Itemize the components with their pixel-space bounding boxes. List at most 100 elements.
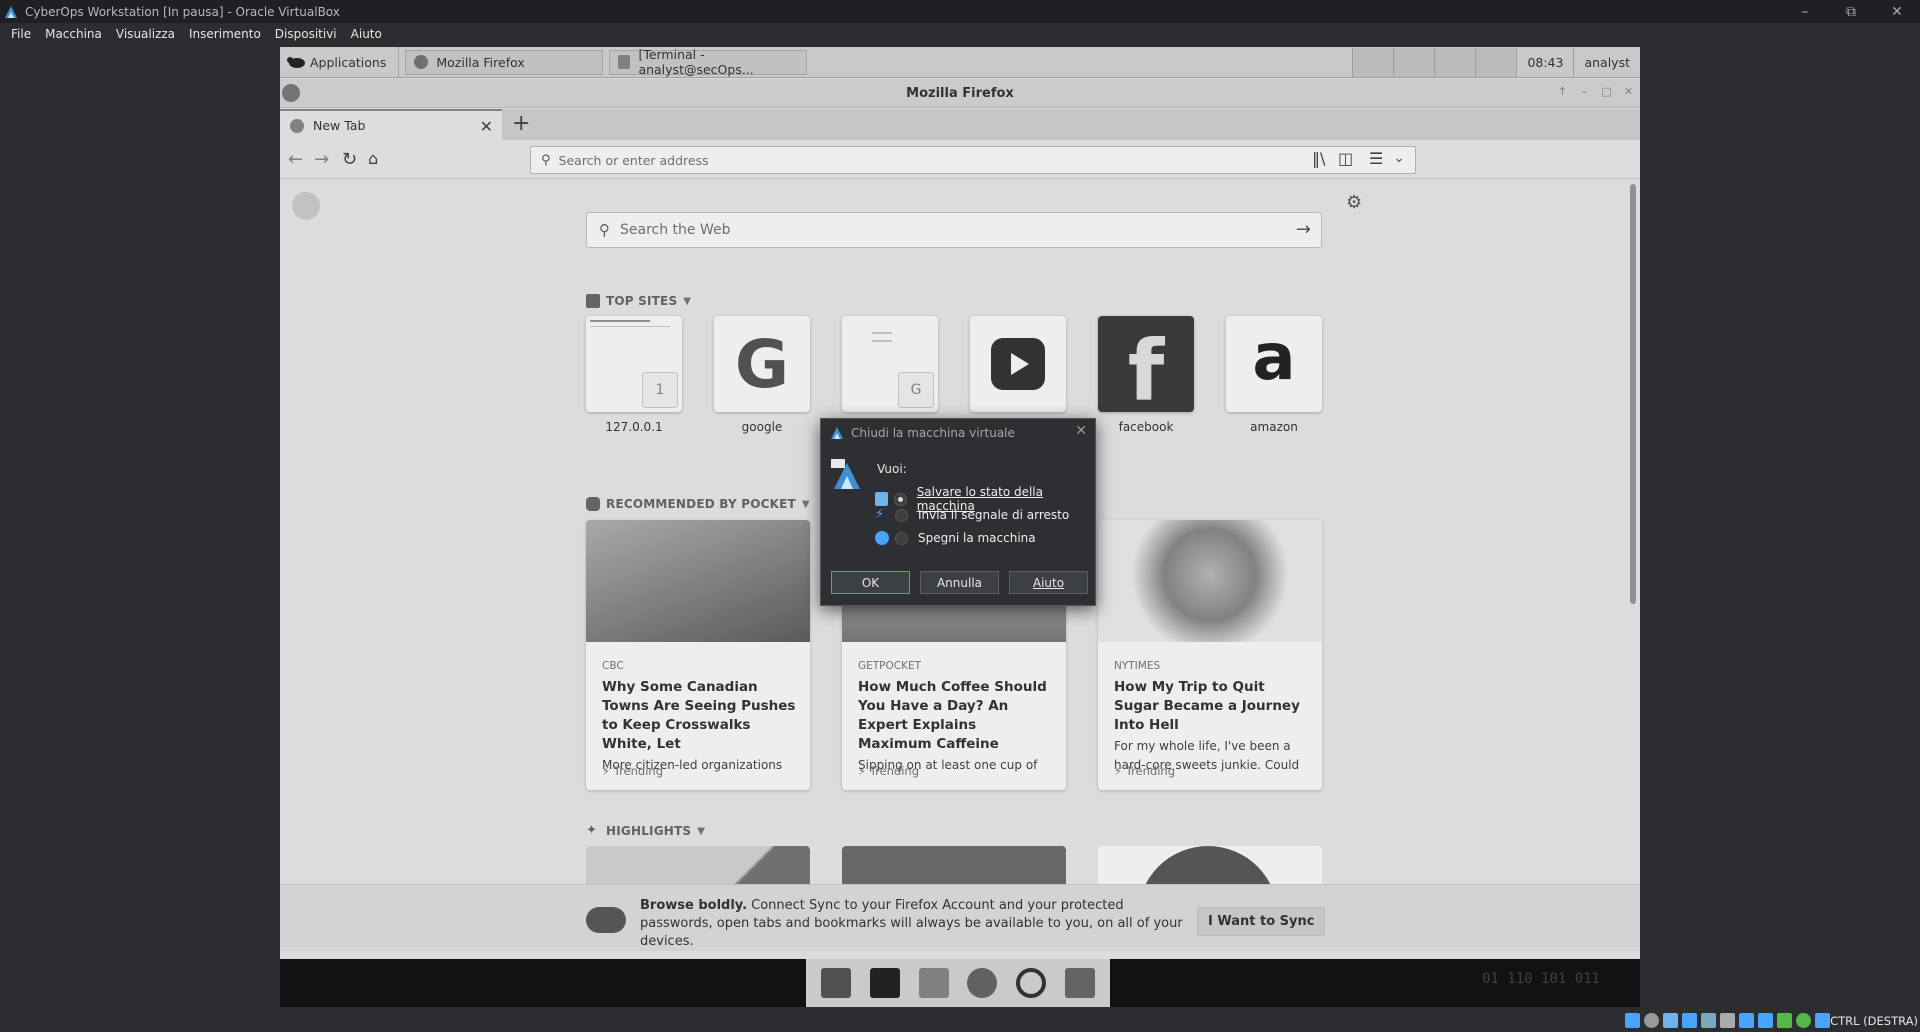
ok-button[interactable]: OK: [831, 571, 910, 594]
taskbar-firefox[interactable]: Mozilla Firefox: [405, 49, 604, 75]
pocket-header[interactable]: RECOMMENDED BY POCKET ▼: [586, 497, 810, 511]
facebook-logo-icon: f: [1127, 322, 1165, 412]
window-up-icon[interactable]: ↑: [1553, 83, 1572, 100]
keyboard-capture-icon[interactable]: [1815, 1013, 1830, 1028]
taskbar-terminal[interactable]: [Terminal - analyst@secOps...: [609, 47, 808, 77]
menu-file[interactable]: File: [4, 27, 38, 41]
shared-folders-icon[interactable]: [1720, 1013, 1735, 1028]
restore-icon[interactable]: ⧉: [1828, 0, 1874, 23]
top-site-tile[interactable]: G: [842, 316, 938, 434]
terminal-icon[interactable]: [869, 968, 900, 998]
web-search-box[interactable]: ⚲ →: [586, 212, 1322, 248]
host-titlebar: CyberOps Workstation [In pausa] - Oracle…: [0, 0, 1920, 23]
firefox-icon: [414, 55, 429, 69]
sync-button[interactable]: I Want to Sync: [1197, 907, 1326, 936]
home-icon[interactable]: ⌂: [368, 149, 378, 168]
xfce-panel: Applications Mozilla Firefox [Terminal -…: [280, 47, 1640, 78]
reload-icon[interactable]: ↻: [342, 149, 357, 170]
arrow-right-icon[interactable]: →: [1296, 219, 1311, 240]
firefox-window-titlebar[interactable]: Mozilla Firefox ↑ – □ ✕: [280, 79, 1640, 108]
video-capture-icon[interactable]: [1758, 1013, 1773, 1028]
workspace-1[interactable]: [1393, 48, 1435, 77]
search-icon[interactable]: [1015, 968, 1046, 998]
close-tab-icon[interactable]: ✕: [480, 117, 493, 136]
card-title: How My Trip to Quit Sugar Became a Journ…: [1114, 679, 1300, 733]
firefox-window-title: Mozilla Firefox: [906, 86, 1014, 101]
radio-save-state[interactable]: [894, 492, 907, 506]
google-logo-icon: G: [734, 325, 790, 403]
clock[interactable]: 08:43: [1516, 48, 1574, 77]
hard-disk-icon[interactable]: [1625, 1013, 1640, 1028]
radio-power-off[interactable]: [895, 531, 908, 545]
top-site-tile[interactable]: 1 127.0.0.1: [586, 316, 682, 434]
top-sites-header[interactable]: TOP SITES ▼: [586, 294, 691, 308]
chevron-down-icon[interactable]: ⌄: [1393, 150, 1405, 166]
sidebar-icon[interactable]: ◫: [1338, 149, 1353, 168]
help-button[interactable]: Aiuto: [1009, 571, 1088, 594]
virtualbox-logo-icon: [831, 427, 843, 439]
file-manager-icon[interactable]: [918, 968, 949, 998]
cpu-icon[interactable]: [1777, 1013, 1792, 1028]
close-icon[interactable]: ✕: [1075, 423, 1087, 439]
usb-icon[interactable]: [1701, 1013, 1716, 1028]
navigation-bar: ← → ↻ ⌂ ⚲ ⌄ ‖\ ◫ ☰: [280, 140, 1640, 179]
user-menu[interactable]: analyst: [1573, 48, 1640, 77]
gear-icon[interactable]: ⚙: [1346, 192, 1362, 213]
tray-firefox-icon[interactable]: [1352, 48, 1394, 77]
card-source: NYTIMES: [1114, 660, 1161, 672]
window-minimize-icon[interactable]: –: [1575, 83, 1594, 100]
workspace-2[interactable]: [1434, 48, 1476, 77]
highlight-card[interactable]: [586, 846, 810, 886]
lightning-icon: ⚡: [858, 764, 867, 778]
pocket-card[interactable]: NYTIMES How My Trip to Quit Sugar Became…: [1098, 520, 1322, 790]
tile-label: google: [741, 420, 783, 434]
optical-drive-icon[interactable]: [1644, 1013, 1659, 1028]
applications-menu[interactable]: Applications: [280, 47, 400, 77]
menu-inserimento[interactable]: Inserimento: [182, 27, 268, 41]
scrollbar[interactable]: [1630, 184, 1636, 604]
top-site-tile[interactable]: G google: [714, 316, 810, 434]
radio-acpi-shutdown[interactable]: [895, 508, 908, 522]
pocket-card[interactable]: CBC Why Some Canadian Towns Are Seeing P…: [586, 520, 810, 790]
minimize-icon[interactable]: –: [1782, 0, 1828, 23]
highlight-card[interactable]: [1098, 846, 1322, 886]
cancel-button[interactable]: Annulla: [920, 571, 999, 594]
display-icon[interactable]: [1739, 1013, 1754, 1028]
hamburger-menu-icon[interactable]: ☰: [1369, 149, 1383, 168]
tab-new-tab[interactable]: New Tab ✕: [280, 109, 502, 140]
highlight-card[interactable]: [842, 846, 1066, 886]
network-icon[interactable]: [1682, 1013, 1697, 1028]
card-trending: ⚡ Trending: [1114, 764, 1175, 778]
chevron-down-icon: ▼: [697, 825, 706, 837]
folder-icon[interactable]: [1064, 968, 1095, 998]
forward-icon[interactable]: →: [314, 149, 329, 170]
dialog-prompt: Vuoi:: [877, 462, 907, 476]
host-window-title: CyberOps Workstation [In pausa] - Oracle…: [25, 4, 340, 19]
top-site-tile[interactable]: [970, 316, 1066, 434]
top-site-tile[interactable]: a amazon: [1226, 316, 1322, 434]
window-maximize-icon[interactable]: □: [1597, 83, 1616, 100]
menu-visualizza[interactable]: Visualizza: [109, 27, 182, 41]
option-acpi-shutdown[interactable]: ⚡ Invia il segnale di arresto: [875, 508, 1069, 523]
web-browser-icon[interactable]: [967, 968, 998, 998]
dialog-titlebar[interactable]: Chiudi la macchina virtuale ✕: [821, 419, 1095, 447]
menu-aiuto[interactable]: Aiuto: [344, 27, 389, 41]
url-bar[interactable]: ⚲ ⌄: [530, 146, 1416, 174]
back-icon[interactable]: ←: [288, 149, 303, 170]
web-search-input[interactable]: [620, 222, 1260, 238]
library-icon[interactable]: ‖\: [1312, 149, 1325, 168]
top-site-tile[interactable]: f facebook: [1098, 316, 1194, 434]
option-power-off[interactable]: Spegni la macchina: [875, 531, 1036, 545]
url-input[interactable]: [558, 152, 1359, 168]
menu-dispositivi[interactable]: Dispositivi: [268, 27, 344, 41]
new-tab-icon[interactable]: +: [512, 111, 530, 136]
window-close-icon[interactable]: ✕: [1619, 83, 1638, 100]
close-icon[interactable]: ✕: [1874, 0, 1920, 23]
audio-icon[interactable]: [1663, 1013, 1678, 1028]
show-desktop-icon[interactable]: [821, 968, 852, 998]
mouse-integration-icon[interactable]: [1796, 1013, 1811, 1028]
highlights-header[interactable]: ✦ HIGHLIGHTS ▼: [586, 824, 706, 839]
workspace-3[interactable]: [1475, 48, 1517, 77]
sync-banner: Browse boldly. Connect Sync to your Fire…: [280, 884, 1640, 951]
menu-macchina[interactable]: Macchina: [38, 27, 109, 41]
